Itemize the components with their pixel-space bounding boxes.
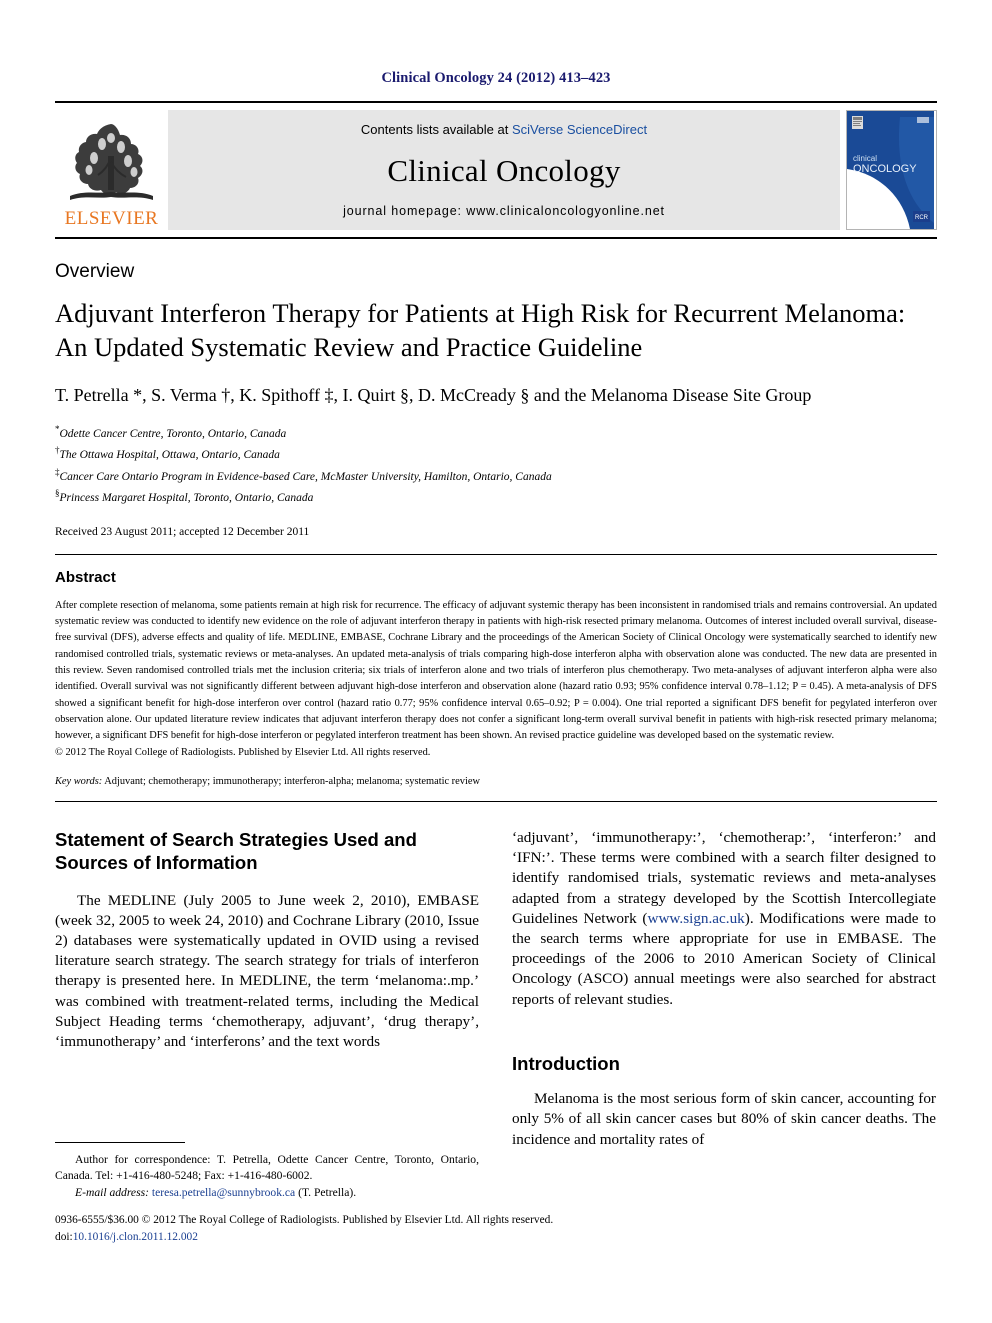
journal-banner: ELSEVIER Contents lists available at Sci… (55, 101, 937, 239)
abstract-copyright: © 2012 The Royal College of Radiologists… (55, 746, 431, 758)
affiliation-item: §Princess Margaret Hospital, Toronto, On… (55, 486, 937, 507)
doi-link[interactable]: 10.1016/j.clon.2011.12.002 (73, 1231, 198, 1243)
affiliation-item: *Odette Cancer Centre, Toronto, Ontario,… (55, 422, 937, 443)
right-column: ‘adjuvant’, ‘immunotherapy:’, ‘chemother… (512, 828, 936, 1162)
paragraph-search-terms-continued: ‘adjuvant’, ‘immunotherapy:’, ‘chemother… (512, 828, 936, 1010)
correspondence-footnote: Author for correspondence: T. Petrella, … (55, 1142, 479, 1201)
journal-title: Clinical Oncology (387, 152, 621, 188)
abstract-heading: Abstract (55, 568, 116, 586)
svg-text:RCR: RCR (915, 215, 929, 221)
footnote-correspondence: Author for correspondence: T. Petrella, … (55, 1153, 479, 1183)
left-column: Statement of Search Strategies Used and … (55, 828, 479, 1162)
banner-center: Contents lists available at SciVerse Sci… (168, 110, 840, 230)
email-address-link[interactable]: teresa.petrella@sunnybrook.ca (152, 1186, 295, 1199)
elsevier-logo: ELSEVIER (55, 110, 168, 230)
page-footer: 0936-6555/$36.00 © 2012 The Royal Colleg… (55, 1212, 937, 1246)
section-heading-search-strategies: Statement of Search Strategies Used and … (55, 828, 417, 874)
keywords-text: Adjuvant; chemotherapy; immunotherapy; i… (102, 775, 480, 787)
body-columns: Statement of Search Strategies Used and … (55, 828, 937, 1162)
running-head: Clinical Oncology 24 (2012) 413–423 (381, 70, 611, 86)
sciencedirect-link[interactable]: SciVerse ScienceDirect (512, 122, 647, 137)
journal-cover-thumbnail: clinical ONCOLOGY RCR (846, 110, 937, 230)
journal-article-page: Clinical Oncology 24 (2012) 413–423 ELSE… (0, 0, 992, 1323)
footnote-email: E-mail address: teresa.petrella@sunnybro… (55, 1185, 479, 1201)
article-history: Received 23 August 2011; accepted 12 Dec… (55, 525, 310, 538)
abstract-section: Abstract After complete resection of mel… (55, 555, 937, 787)
email-address-suffix: (T. Petrella). (295, 1185, 357, 1199)
svg-text:ONCOLOGY: ONCOLOGY (853, 163, 917, 175)
issn-copyright-line: 0936-6555/$36.00 © 2012 The Royal Colleg… (55, 1214, 554, 1226)
paragraph-introduction: Melanoma is the most serious form of ski… (512, 1090, 936, 1148)
sign-network-link[interactable]: www.sign.ac.uk (647, 910, 744, 927)
article-head: Overview Adjuvant Interferon Therapy for… (55, 239, 937, 538)
cover-art: clinical ONCOLOGY RCR (847, 111, 934, 229)
affiliation-text: Princess Margaret Hospital, Toronto, Ont… (59, 492, 314, 504)
article-type-label: Overview (55, 261, 135, 282)
contents-prefix: Contents lists available at (360, 122, 512, 137)
elsevier-wordmark: ELSEVIER (64, 208, 159, 229)
elsevier-tree-icon (70, 124, 153, 200)
doi-label: doi: (55, 1231, 73, 1244)
affiliation-text: The Ottawa Hospital, Ottawa, Ontario, Ca… (59, 449, 280, 462)
keywords-label: Key words: (55, 775, 103, 787)
paragraph-search-strategy: The MEDLINE (July 2005 to June week 2, 2… (55, 891, 479, 1051)
page-title: Adjuvant Interferon Therapy for Patients… (55, 298, 906, 362)
affiliation-item: †The Ottawa Hospital, Ottawa, Ontario, C… (55, 443, 937, 464)
affiliation-text: Odette Cancer Centre, Toronto, Ontario, … (59, 427, 287, 440)
section-heading-introduction: Introduction (512, 1052, 620, 1074)
svg-text:clinical: clinical (853, 154, 877, 163)
contents-available-line: Contents lists available at SciVerse Sci… (361, 122, 647, 137)
keywords: Key words: Adjuvant; chemotherapy; immun… (55, 776, 937, 787)
doi-line: doi:10.1016/j.clon.2011.12.002 (55, 1229, 937, 1246)
affiliation-item: ‡Cancer Care Ontario Program in Evidence… (55, 465, 937, 486)
affiliation-text: Cancer Care Ontario Program in Evidence-… (59, 470, 552, 483)
journal-homepage[interactable]: journal homepage: www.clinicaloncologyon… (343, 204, 665, 218)
footnote-divider (55, 1142, 185, 1143)
email-address-label: E-mail address: (75, 1185, 149, 1199)
affiliations-list: *Odette Cancer Centre, Toronto, Ontario,… (55, 422, 937, 508)
abstract-text: After complete resection of melanoma, so… (55, 599, 937, 742)
author-list: T. Petrella *, S. Verma †, K. Spithoff ‡… (55, 384, 812, 405)
abstract-bottom-rule (55, 800, 937, 802)
